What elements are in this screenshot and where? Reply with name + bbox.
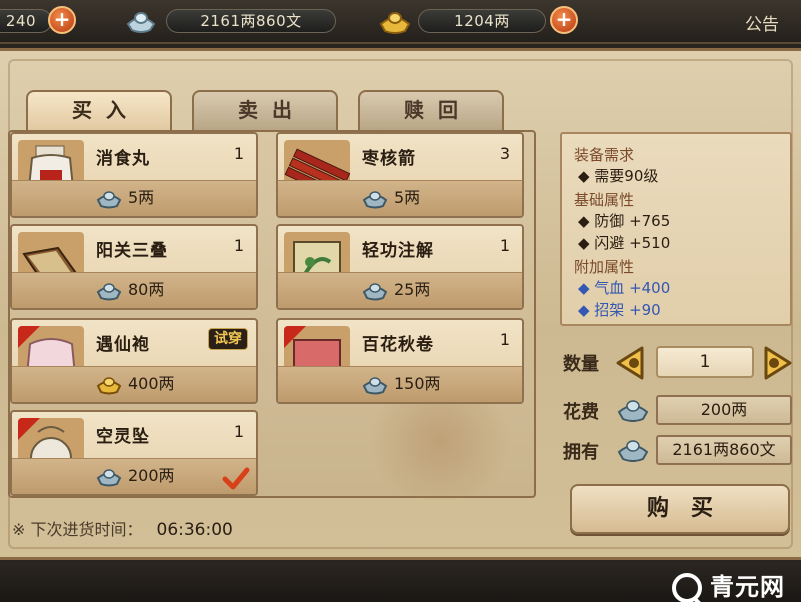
- extra-stat-row: ◆ 招架 +90: [578, 301, 661, 319]
- resource-1-value: 240: [0, 9, 52, 33]
- owned-label: 拥有: [563, 442, 599, 463]
- notice-button[interactable]: 公告: [745, 10, 779, 35]
- watermark-logo-icon: [672, 573, 702, 602]
- silver-ingot-icon: [362, 283, 388, 301]
- item-card[interactable]: 百花秋卷 1 150两: [276, 318, 524, 404]
- item-count: 1: [233, 236, 244, 255]
- item-price: 5两: [128, 188, 155, 207]
- tab-redeem[interactable]: 赎回: [358, 90, 504, 130]
- add-resource-1-button[interactable]: +: [48, 6, 76, 34]
- resource-2-value: 2161两860文: [166, 9, 336, 33]
- item-card[interactable]: 枣核箭 3 5两: [276, 132, 524, 218]
- base-stat-row: ◆ 防御 +765: [578, 212, 671, 230]
- silver-ingot-icon: [96, 469, 122, 487]
- item-price: 80两: [128, 280, 165, 299]
- item-info-panel[interactable]: 装备需求 ◆ 需要90级 基础属性 ◆ 防御 +765 ◆ 闪避 +510 附加…: [560, 132, 792, 326]
- base-stat-row: ◆ 闪避 +510: [578, 234, 671, 252]
- item-card[interactable]: 阳关三叠 1 80两: [10, 224, 258, 310]
- restock-time: 06:36:00: [156, 520, 233, 540]
- silver-ingot-icon: [617, 440, 649, 462]
- item-price: 25两: [394, 280, 431, 299]
- silver-ingot-icon: [617, 400, 649, 422]
- quantity-input[interactable]: 1: [656, 346, 754, 378]
- item-card-selected[interactable]: 空灵坠 1 200两: [10, 410, 258, 496]
- watermark-text: 青元网: [710, 573, 785, 601]
- extra-stat-row: ◆ 气血 +400: [578, 279, 671, 297]
- item-name: 枣核箭: [362, 149, 416, 169]
- buy-button[interactable]: 购买: [570, 484, 790, 534]
- silver-ingot-icon: [362, 191, 388, 209]
- silver-ingot-icon: [362, 377, 388, 395]
- extra-stats-header: 附加属性: [574, 258, 635, 276]
- item-price: 150两: [394, 374, 441, 393]
- cost-value: 200两: [656, 395, 792, 425]
- restock-timer: ※ 下次进货时间： 06:36:00: [12, 516, 233, 540]
- item-name: 轻功注解: [362, 241, 434, 261]
- tab-buy[interactable]: 买入: [26, 90, 172, 130]
- add-resource-3-button[interactable]: +: [550, 6, 578, 34]
- checkmark-icon: [222, 467, 250, 490]
- resource-bar: 240 + 2161两860文 1204两 + 公告: [0, 0, 801, 44]
- quantity-label: 数量: [563, 354, 599, 375]
- item-count: 3: [499, 144, 510, 163]
- item-name: 阳关三叠: [96, 241, 168, 261]
- item-name: 百花秋卷: [362, 335, 434, 355]
- gold-ingot-icon: [96, 377, 122, 395]
- item-name: 消食丸: [96, 149, 150, 169]
- try-on-button[interactable]: 试穿: [208, 328, 248, 350]
- increase-quantity-button[interactable]: [758, 344, 796, 382]
- item-name: 遇仙袍: [96, 335, 150, 355]
- item-price: 200两: [128, 466, 175, 485]
- decrease-quantity-button[interactable]: [612, 344, 650, 382]
- item-price: 400两: [128, 374, 175, 393]
- cost-label: 花费: [563, 402, 599, 423]
- item-price: 5两: [394, 188, 421, 207]
- item-count: 1: [499, 330, 510, 349]
- item-count: 1: [233, 144, 244, 163]
- item-count: 1: [233, 422, 244, 441]
- base-stats-header: 基础属性: [574, 191, 635, 209]
- item-card[interactable]: 轻功注解 1 25两: [276, 224, 524, 310]
- gold-ingot-icon: [379, 12, 411, 34]
- restock-label: ※ 下次进货时间：: [12, 520, 143, 539]
- site-watermark: 青元网: [672, 567, 785, 602]
- tab-sell[interactable]: 卖出: [192, 90, 338, 130]
- item-card[interactable]: 消食丸 1 5两: [10, 132, 258, 218]
- silver-ingot-icon: [126, 12, 156, 33]
- item-card[interactable]: 遇仙袍 试穿 400两: [10, 318, 258, 404]
- silver-ingot-icon: [96, 283, 122, 301]
- requirement-header: 装备需求: [574, 146, 635, 164]
- item-name: 空灵坠: [96, 427, 150, 447]
- item-count: 1: [499, 236, 510, 255]
- resource-3-value: 1204两: [418, 9, 546, 33]
- owned-value: 2161两860文: [656, 435, 792, 465]
- silver-ingot-icon: [96, 191, 122, 209]
- requirement-row: ◆ 需要90级: [578, 167, 659, 185]
